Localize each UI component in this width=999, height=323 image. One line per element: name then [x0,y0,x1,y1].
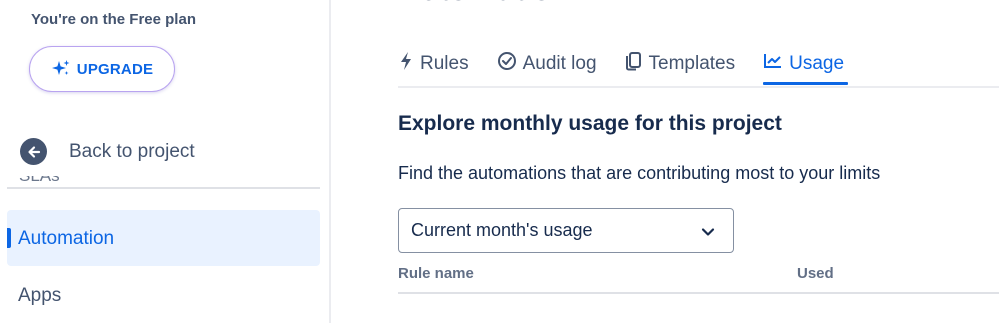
column-header-used[interactable]: Used [797,265,834,282]
tab-templates[interactable]: Templates [625,50,736,78]
active-indicator [7,228,11,248]
page-title: Automation [398,0,570,12]
chevron-down-icon [701,224,715,242]
tab-label: Usage [789,53,845,74]
select-value: Current month's usage [411,220,593,240]
column-header-rule-name[interactable]: Rule name [398,265,474,282]
tab-label: Audit log [522,53,597,74]
upgrade-button[interactable]: UPGRADE [29,46,175,92]
tab-usage[interactable]: Usage [763,50,848,85]
sidebar-item-automation[interactable]: Automation [7,210,320,266]
tab-bar: Rules Audit log Templates Usage [398,50,872,85]
tab-label: Rules [420,53,469,74]
upgrade-label: UPGRADE [76,60,154,78]
arrow-left-icon [20,138,47,165]
plan-status-text: You're on the Free plan [31,11,196,28]
section-description: Find the automations that are contributi… [398,163,881,183]
usage-period-select[interactable]: Current month's usage [398,208,734,253]
sidebar: You're on the Free plan UPGRADE Back to … [0,0,331,323]
sidebar-item-slas-label: SLAs [19,176,60,185]
table-header-divider [398,292,999,294]
copy-icon [625,51,643,77]
sidebar-item-apps[interactable]: Apps [18,285,61,307]
section-heading: Explore monthly usage for this project [398,112,782,135]
sidebar-item-slas[interactable]: SLAs [19,176,60,187]
tab-label: Templates [648,53,736,74]
back-to-project-label: Back to project [69,140,195,162]
tabs-divider [398,86,999,88]
check-circle-icon [497,51,517,77]
tab-rules[interactable]: Rules [398,50,469,78]
tab-audit-log[interactable]: Audit log [497,50,597,78]
sparkle-icon [51,59,71,79]
sidebar-divider [7,187,320,189]
chart-line-icon [763,52,783,76]
sidebar-item-label: Automation [18,228,115,249]
back-to-project-link[interactable]: Back to project [20,138,195,165]
lightning-icon [398,51,414,77]
